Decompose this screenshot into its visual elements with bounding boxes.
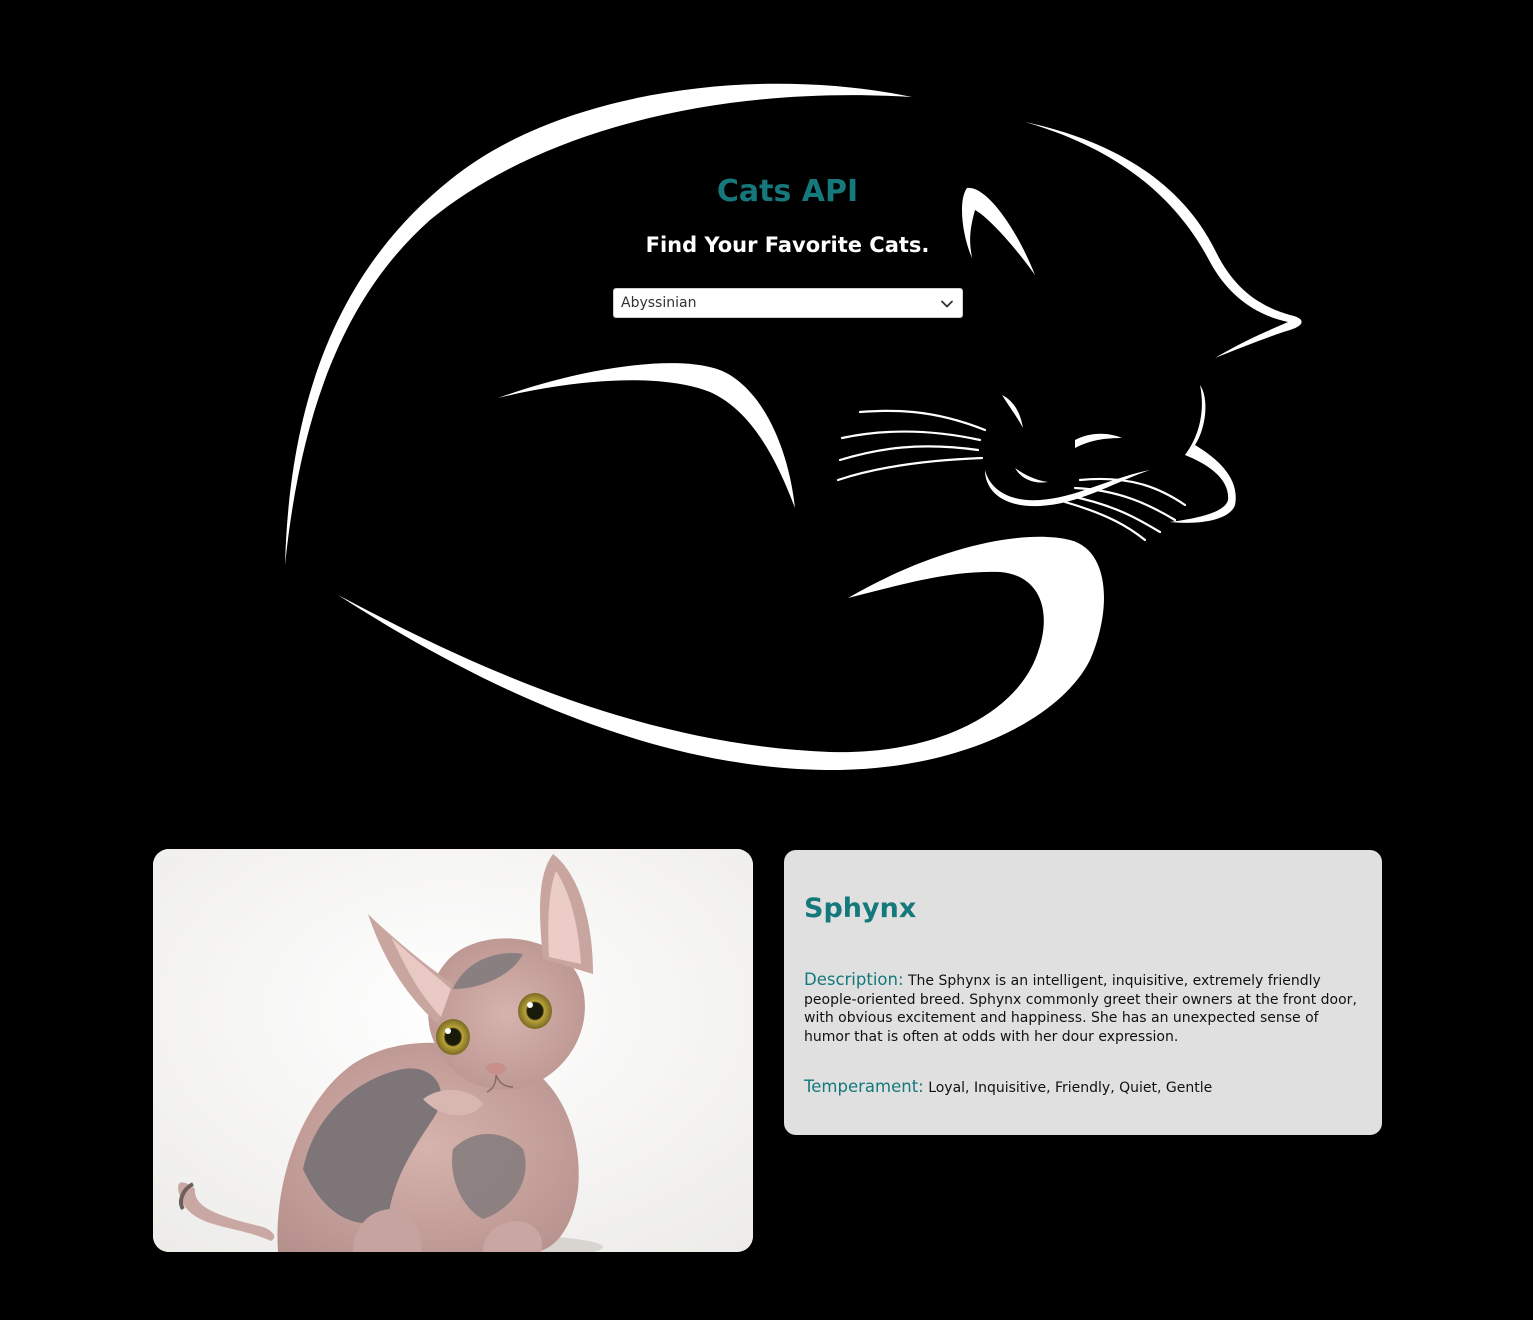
cat-whisker bbox=[836, 456, 984, 482]
site-title: Cats API bbox=[716, 174, 859, 209]
cat-whisker bbox=[1063, 500, 1147, 542]
breed-temperament: Temperament: Loyal, Inquisitive, Friendl… bbox=[804, 1077, 1364, 1098]
cat-whisker bbox=[1068, 494, 1162, 534]
cat-body-fold bbox=[498, 363, 795, 508]
hero-section: Cats API Find Your Favorite Cats. Abyssi… bbox=[0, 0, 1533, 820]
breed-select[interactable]: Abyssinian bbox=[613, 288, 963, 318]
chevron-down-icon bbox=[941, 300, 953, 308]
sleeping-cat-illustration bbox=[285, 83, 1302, 771]
cat-back-arc bbox=[285, 83, 912, 565]
cat-whisker bbox=[840, 430, 982, 442]
temperament-label: Temperament: bbox=[804, 1077, 924, 1096]
breed-photo bbox=[153, 849, 753, 1252]
cat-jaw-line bbox=[985, 470, 1150, 507]
description-label: Description: bbox=[804, 970, 904, 989]
breed-select-value: Abyssinian bbox=[621, 295, 697, 311]
cat-whisker bbox=[858, 409, 987, 432]
cat-tail bbox=[338, 536, 1104, 771]
site-subtitle: Find Your Favorite Cats. bbox=[645, 233, 930, 257]
breed-name: Sphynx bbox=[804, 893, 917, 924]
cat-eye-left bbox=[1002, 395, 1023, 428]
sphynx-cat-image bbox=[153, 849, 753, 1252]
temperament-text: Loyal, Inquisitive, Friendly, Quiet, Gen… bbox=[928, 1080, 1213, 1096]
cat-whisker bbox=[838, 445, 980, 462]
cat-nose bbox=[1015, 468, 1048, 483]
breed-description: Description: The Sphynx is an intelligen… bbox=[804, 970, 1364, 1046]
cat-eye-right bbox=[1075, 433, 1122, 448]
